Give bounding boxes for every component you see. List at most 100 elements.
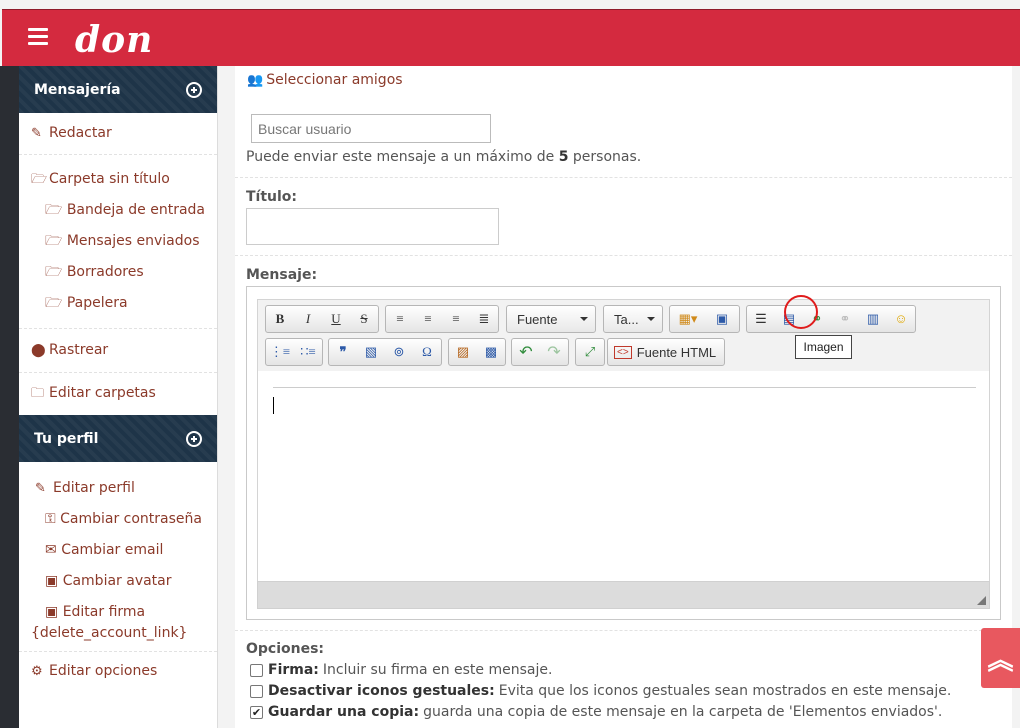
align-left-icon[interactable]: ≡	[386, 306, 414, 332]
bold-button[interactable]: B	[266, 306, 294, 332]
brand-logo[interactable]: don	[75, 20, 153, 60]
option-signature[interactable]: Firma: Incluir su firma en este mensaje.	[250, 662, 552, 678]
folder-open-icon: 🗁	[31, 172, 48, 187]
section-title: Mensajería	[34, 81, 121, 98]
insert-group: ☰ ▤ ⚭ ⚭ ▥ ☺	[746, 305, 916, 333]
image-manager-icon[interactable]: ▣	[706, 306, 738, 332]
php-icon[interactable]: ⊚	[385, 339, 413, 365]
disable-smilies-checkbox[interactable]	[250, 684, 263, 698]
edit-icon: ✎	[35, 481, 46, 496]
sidebar: Mensajería ✎ Redactar 🗁 Carpeta sin títu…	[19, 66, 218, 728]
title-input[interactable]	[246, 208, 499, 245]
sidebar-item-track[interactable]: ⬤ Rastrear	[19, 341, 217, 360]
folder-open-icon: 🗁	[45, 264, 67, 280]
quote-icon[interactable]: ❞	[329, 339, 357, 365]
alignment-group: ≡ ≡ ≡ ≣	[385, 305, 499, 333]
font-family-select[interactable]: Fuente	[506, 305, 596, 333]
key-icon: ⚿	[45, 511, 61, 527]
gears-icon: ⚙	[31, 664, 43, 679]
top-header: don	[2, 9, 1020, 66]
color-group: ▦▾ ▣	[669, 305, 740, 333]
options-label: Opciones:	[246, 641, 325, 657]
video-icon[interactable]: ▥	[859, 306, 887, 332]
sidebar-item-edit-folders[interactable]: 🗀 Editar carpetas	[19, 384, 217, 403]
sidebar-section-messaging[interactable]: Mensajería	[19, 66, 217, 113]
sidebar-item-edit-signature[interactable]: ▣ Editar firma	[19, 603, 217, 622]
sidebar-item-folder-untitled[interactable]: 🗁 Carpeta sin título	[19, 170, 217, 189]
editor-toolbar: B I U S ≡ ≡ ≡ ≣ Fuente Ta... ▦▾ ▣ ☰ ▤ ⚭ …	[257, 299, 990, 371]
omega-icon[interactable]: Ω	[413, 339, 441, 365]
text-color-icon[interactable]: ▦▾	[670, 306, 706, 332]
hamburger-icon[interactable]	[28, 28, 48, 45]
select-friends-link[interactable]: 👥 Seleccionar amigos	[247, 72, 403, 88]
paste-group: ▨ ▩	[448, 338, 506, 366]
users-icon: 👥	[247, 73, 264, 88]
signature-checkbox[interactable]	[250, 663, 263, 677]
history-group: ↶ ↷	[511, 338, 569, 366]
paste-text-icon[interactable]: ▨	[449, 339, 477, 365]
rich-text-editor: B I U S ≡ ≡ ≡ ≣ Fuente Ta... ▦▾ ▣ ☰ ▤ ⚭ …	[246, 286, 1001, 620]
sidebar-item-change-password[interactable]: ⚿ Cambiar contraseña	[19, 510, 217, 529]
ordered-list-icon[interactable]: ⋮≡	[266, 339, 294, 365]
redo-icon[interactable]: ↷	[540, 339, 568, 365]
source-html-button[interactable]: <> Fuente HTML	[607, 338, 726, 366]
align-center-icon[interactable]: ≡	[414, 306, 442, 332]
expand-plus-icon[interactable]	[186, 430, 202, 447]
page: don Mensajería ✎ Redactar 🗁 Carpeta sin …	[0, 0, 1020, 728]
undo-icon[interactable]: ↶	[512, 339, 540, 365]
text-cursor	[273, 397, 274, 414]
sidebar-item-delete-account[interactable]: {delete_account_link}	[19, 624, 217, 643]
sidebar-item-change-avatar[interactable]: ▣ Cambiar avatar	[19, 572, 217, 591]
toolbar-divider	[273, 387, 976, 388]
expand-plus-icon[interactable]	[186, 81, 202, 98]
sidebar-item-edit-options[interactable]: ⚙ Editar opciones	[19, 662, 217, 681]
sidebar-section-profile[interactable]: Tu perfil	[19, 415, 217, 462]
message-label: Mensaje:	[246, 267, 318, 283]
sidebar-item-change-email[interactable]: ✉ Cambiar email	[19, 541, 217, 560]
italic-button[interactable]: I	[294, 306, 322, 332]
editor-status-bar	[257, 581, 990, 609]
unlink-icon[interactable]: ⚭	[831, 306, 859, 332]
underline-button[interactable]: U	[322, 306, 350, 332]
code-icon[interactable]: ▧	[357, 339, 385, 365]
resize-handle-icon[interactable]	[977, 596, 986, 605]
folder-open-icon: 🗁	[45, 295, 67, 311]
title-label: Título:	[246, 189, 298, 205]
option-disable-smilies[interactable]: Desactivar iconos gestuales: Evita que lo…	[250, 683, 951, 699]
maximize-icon[interactable]: ⤢	[576, 339, 604, 365]
scroll-to-top-button[interactable]: ︽	[981, 628, 1020, 688]
unordered-list-icon[interactable]: ∷≡	[294, 339, 322, 365]
editor-content-area[interactable]	[257, 371, 990, 581]
map-marker-icon: ⬤	[31, 343, 46, 358]
sidebar-item-trash[interactable]: 🗁 Papelera	[19, 294, 217, 313]
block-group: ❞ ▧ ⊚ Ω	[328, 338, 442, 366]
sidebar-item-compose[interactable]: ✎ Redactar	[19, 124, 217, 143]
section-title: Tu perfil	[34, 430, 99, 447]
font-size-select[interactable]: Ta...	[603, 305, 663, 333]
save-copy-checkbox[interactable]: ✔	[250, 705, 263, 719]
left-stripe	[0, 66, 19, 728]
paste-word-icon[interactable]: ▩	[477, 339, 505, 365]
folder-icon: 🗀	[31, 386, 45, 401]
image-icon: ▣	[45, 573, 63, 589]
text-style-group: B I U S	[265, 305, 379, 333]
align-right-icon[interactable]: ≡	[442, 306, 470, 332]
sidebar-item-drafts[interactable]: 🗁 Borradores	[19, 263, 217, 282]
compose-form: 👥Seleccionar amigos Puede enviar este me…	[235, 66, 1012, 728]
pencil-icon: ✎	[31, 126, 42, 141]
strikethrough-button[interactable]: S	[350, 306, 378, 332]
align-justify-icon[interactable]: ≣	[470, 306, 498, 332]
chevron-up-icon: ︽	[987, 645, 1014, 676]
smiley-icon[interactable]: ☺	[887, 306, 915, 332]
option-save-copy[interactable]: ✔ Guardar una copia: guarda una copia de e…	[250, 704, 942, 720]
image-button-highlight	[784, 295, 818, 329]
list-group: ⋮≡ ∷≡	[265, 338, 323, 366]
image-icon: ▣	[45, 604, 63, 620]
recipient-limit-hint: Puede enviar este mensaje a un máximo de…	[246, 149, 642, 165]
sidebar-item-inbox[interactable]: 🗁 Bandeja de entrada	[19, 201, 217, 220]
search-user-input[interactable]	[251, 114, 491, 143]
sidebar-item-edit-profile[interactable]: ✎ Editar perfil	[19, 479, 217, 498]
sidebar-item-sent[interactable]: 🗁 Mensajes enviados	[19, 232, 217, 251]
image-tooltip: Imagen	[795, 335, 852, 359]
horizontal-rule-icon[interactable]: ☰	[747, 306, 775, 332]
